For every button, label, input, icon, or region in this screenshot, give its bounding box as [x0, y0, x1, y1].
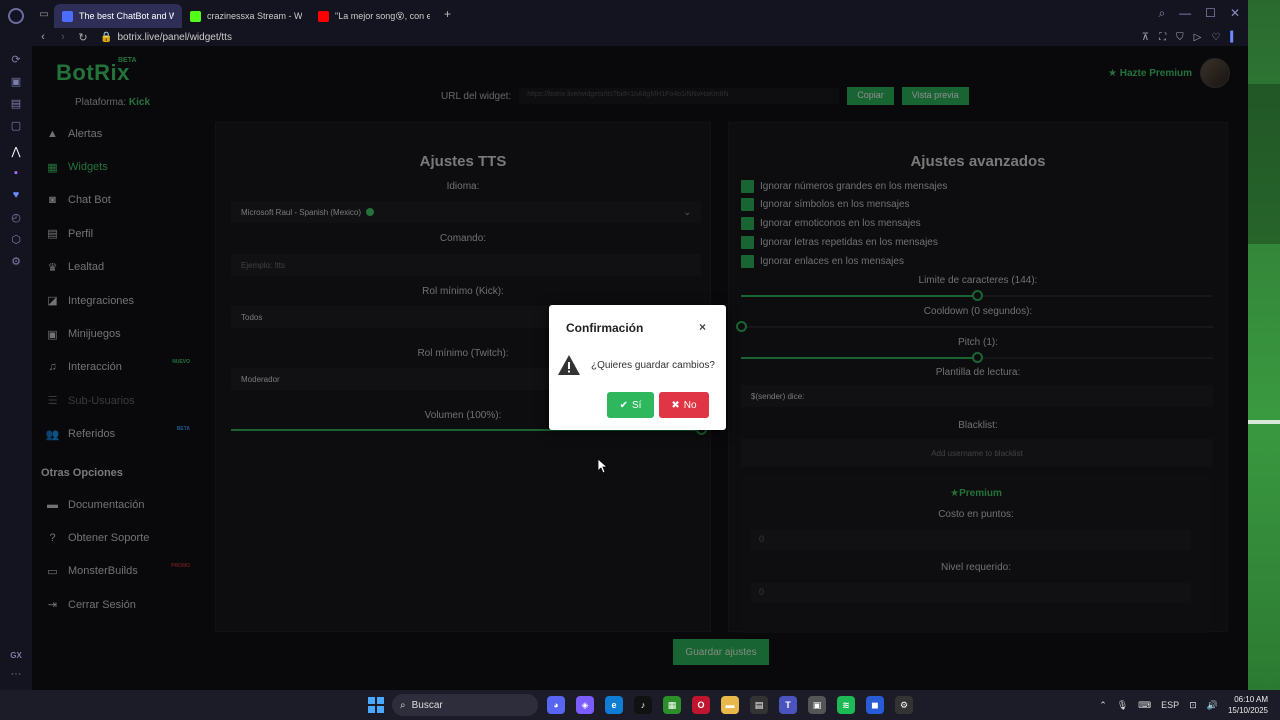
warning-icon — [558, 355, 580, 375]
spotify-icon[interactable]: ≋ — [837, 696, 855, 714]
confirm-no-button[interactable]: ✖ No — [659, 392, 709, 418]
dialog-title: Confirmación — [566, 321, 644, 335]
language-indicator[interactable]: ESP — [1161, 700, 1179, 710]
opera-sidebar: ⟳ ▣ ▤ ▢ ⋀ ▪ ♥ ◴ ⬡ ⚙ GX ··· — [0, 0, 32, 690]
settings-icon[interactable]: ⚙ — [7, 252, 25, 270]
refresh-feed-icon[interactable]: ⟳ — [7, 50, 25, 68]
discord-icon[interactable]: ◕ — [547, 696, 565, 714]
network-icon[interactable]: ⊡ — [1189, 700, 1197, 711]
no-label: No — [683, 399, 697, 411]
close-window-button[interactable]: ✕ — [1230, 6, 1240, 21]
new-tab-button[interactable]: + — [444, 7, 451, 21]
heart-icon[interactable]: ♥ — [7, 186, 25, 204]
yes-label: Sí — [631, 399, 642, 411]
clock-time: 06:10 AM — [1234, 695, 1268, 704]
settings-app-icon[interactable]: ⚙ — [895, 696, 913, 714]
address-bar: ‹ › ↻ 🔒 botrix.live/panel/widget/tts ⊼ ⛶… — [32, 28, 1248, 46]
tiktok-icon[interactable]: ♪ — [634, 696, 652, 714]
maximize-button[interactable]: ☐ — [1205, 6, 1216, 21]
square-icon[interactable]: ▢ — [7, 116, 25, 134]
tab-favicon-icon — [190, 10, 201, 22]
background-window-panel — [1248, 84, 1280, 244]
lock-icon: 🔒 — [100, 31, 113, 43]
check-icon: ✔ — [619, 399, 628, 411]
close-icon[interactable]: × — [699, 320, 706, 334]
search-tabs-icon[interactable]: ⌕ — [1158, 6, 1165, 21]
tab-favicon-icon — [318, 10, 329, 22]
kick-app-icon[interactable]: ⋀ — [7, 142, 25, 160]
forward-button[interactable]: › — [54, 31, 72, 43]
address-actions: ⊼ ⛶ ⛉ ▷ ♡ ▍ — [1142, 32, 1238, 43]
workspaces-icon[interactable]: ▭ — [34, 9, 54, 20]
taskbar: ⌕ Buscar ◕ ◈ e ♪ ▦ O ▬ ▤ T ▣ ≋ ◼ ⚙ ⌃ 🎙 ⌨… — [0, 690, 1280, 720]
pin-icon[interactable]: ⊼ — [1142, 32, 1149, 43]
browser-tab[interactable]: crazinessxa Stream - Wat — [182, 4, 310, 28]
play-icon[interactable]: ▷ — [1194, 32, 1202, 43]
copilot-icon[interactable]: ◈ — [576, 696, 594, 714]
app-icon[interactable]: ▣ — [808, 696, 826, 714]
bag-icon[interactable]: ▣ — [7, 72, 25, 90]
start-button[interactable] — [368, 697, 384, 713]
opera-gx-icon[interactable]: O — [692, 696, 710, 714]
confirm-yes-button[interactable]: ✔ Sí — [607, 392, 654, 418]
clock-date: 15/10/2025 — [1227, 706, 1268, 715]
background-field-line — [1248, 420, 1280, 424]
history-icon[interactable]: ◴ — [7, 208, 25, 226]
twitch-icon[interactable]: ▪ — [7, 164, 25, 182]
background-window — [1248, 0, 1280, 690]
gx-icon[interactable]: GX — [10, 651, 22, 660]
back-button[interactable]: ‹ — [34, 31, 52, 43]
tab-title: crazinessxa Stream - Wat — [207, 11, 302, 21]
browser-tab[interactable]: The best ChatBot and Wi — [54, 4, 182, 28]
tab-title: "La mejor song😵, con est — [335, 10, 430, 21]
keyboard-icon[interactable]: ⌨ — [1138, 700, 1151, 711]
chevron-up-icon[interactable]: ⌃ — [1099, 700, 1107, 711]
opera-logo-icon[interactable] — [8, 8, 24, 24]
taskbar-apps: ◕ ◈ e ♪ ▦ O ▬ ▤ T ▣ ≋ ◼ ⚙ — [547, 696, 913, 714]
more-icon[interactable]: ··· — [11, 668, 22, 680]
blue-app-icon[interactable]: ◼ — [866, 696, 884, 714]
search-placeholder: Buscar — [411, 699, 443, 711]
system-tray: ⌃ 🎙 ⌨ ESP ⊡ 🔊 06:10 AM 15/10/2025 — [1099, 690, 1268, 720]
clock[interactable]: 06:10 AM 15/10/2025 — [1228, 694, 1268, 716]
shield-icon[interactable]: ⛉ — [1176, 32, 1184, 43]
url-field[interactable]: 🔒 botrix.live/panel/widget/tts — [100, 32, 232, 43]
microphone-icon[interactable]: 🎙 — [1117, 700, 1128, 711]
url-text: botrix.live/panel/widget/tts — [117, 31, 232, 43]
tab-title: The best ChatBot and Wi — [79, 11, 174, 21]
reload-button[interactable]: ↻ — [74, 31, 92, 44]
sidebar-toggle-icon[interactable]: ▍ — [1230, 32, 1238, 43]
x-icon: ✖ — [671, 399, 680, 411]
store-icon[interactable]: ▤ — [750, 696, 768, 714]
volume-icon[interactable]: 🔊 — [1207, 700, 1218, 711]
screen: ⟳ ▣ ▤ ▢ ⋀ ▪ ♥ ◴ ⬡ ⚙ GX ··· ▭ The best Ch… — [0, 0, 1280, 720]
file-explorer-icon[interactable]: ▬ — [721, 696, 739, 714]
search-icon: ⌕ — [400, 699, 406, 711]
window-controls: ⌕ — ☐ ✕ — [1158, 6, 1240, 21]
teams-icon[interactable]: T — [779, 696, 797, 714]
dialog-message: ¿Quieres guardar cambios? — [591, 360, 715, 371]
notes-icon[interactable]: ▤ — [7, 94, 25, 112]
confirmation-dialog: Confirmación × ¿Quieres guardar cambios?… — [549, 305, 726, 430]
favorite-icon[interactable]: ♡ — [1211, 32, 1220, 43]
webpage: BotRix BETA Plataforma: Kick ▲ Alertas ▦ Wi… — [32, 46, 1248, 690]
extensions-icon[interactable]: ⬡ — [7, 230, 25, 248]
minecraft-icon[interactable]: ▦ — [663, 696, 681, 714]
minimize-button[interactable]: — — [1179, 6, 1191, 21]
mouse-cursor-icon — [598, 459, 608, 473]
tab-bar: ▭ The best ChatBot and Wi crazinessxa Str… — [32, 0, 1248, 28]
browser-tab[interactable]: "La mejor song😵, con est — [310, 4, 438, 28]
tab-favicon-icon — [62, 10, 73, 22]
screenshot-icon[interactable]: ⛶ — [1159, 32, 1166, 43]
taskbar-search[interactable]: ⌕ Buscar — [392, 694, 538, 716]
edge-icon[interactable]: e — [605, 696, 623, 714]
